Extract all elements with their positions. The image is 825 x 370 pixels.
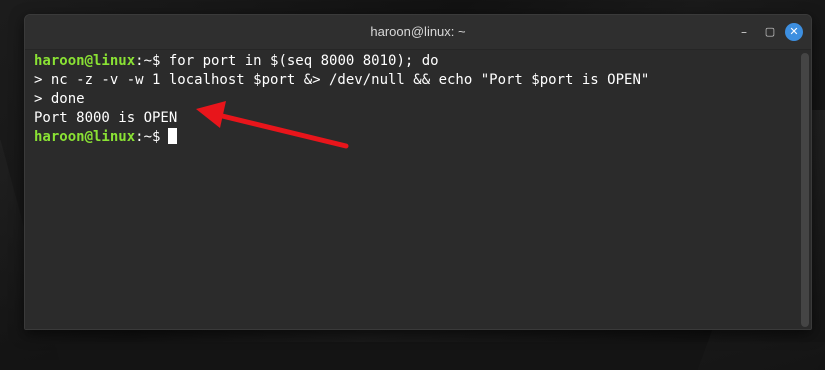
- terminal-line-result: Port 8000 is OPEN: [34, 110, 178, 126]
- scrollbar-thumb[interactable]: [801, 53, 809, 327]
- terminal-window[interactable]: haroon@linux: ~ – ▢ ✕ haroon@linux:~$ fo…: [24, 14, 812, 330]
- terminal-line-continuation: > nc -z -v -w 1 localhost $port &> /dev/…: [34, 72, 650, 88]
- terminal-line-command: haroon@linux:~$ for port in $(seq 8000 8…: [34, 52, 790, 71]
- window-title: haroon@linux: ~: [370, 24, 466, 39]
- text-cursor: [168, 128, 178, 144]
- terminal-line-prompt[interactable]: haroon@linux:~$: [34, 128, 790, 147]
- command-text: for port in $(seq 8000 8010); do: [168, 53, 439, 69]
- titlebar[interactable]: haroon@linux: ~ – ▢ ✕: [25, 15, 811, 50]
- scrollbar[interactable]: [801, 51, 809, 327]
- maximize-button[interactable]: ▢: [761, 23, 779, 41]
- terminal-line-done: > done: [34, 91, 85, 107]
- prompt-user: haroon@linux: [34, 53, 136, 69]
- prompt-path: :~$: [135, 129, 161, 145]
- close-button[interactable]: ✕: [785, 23, 803, 41]
- prompt-path: :~$: [135, 53, 169, 69]
- terminal-output[interactable]: haroon@linux:~$ for port in $(seq 8000 8…: [25, 50, 799, 329]
- prompt-user: haroon@linux: [34, 129, 136, 145]
- minimize-button[interactable]: –: [735, 23, 753, 41]
